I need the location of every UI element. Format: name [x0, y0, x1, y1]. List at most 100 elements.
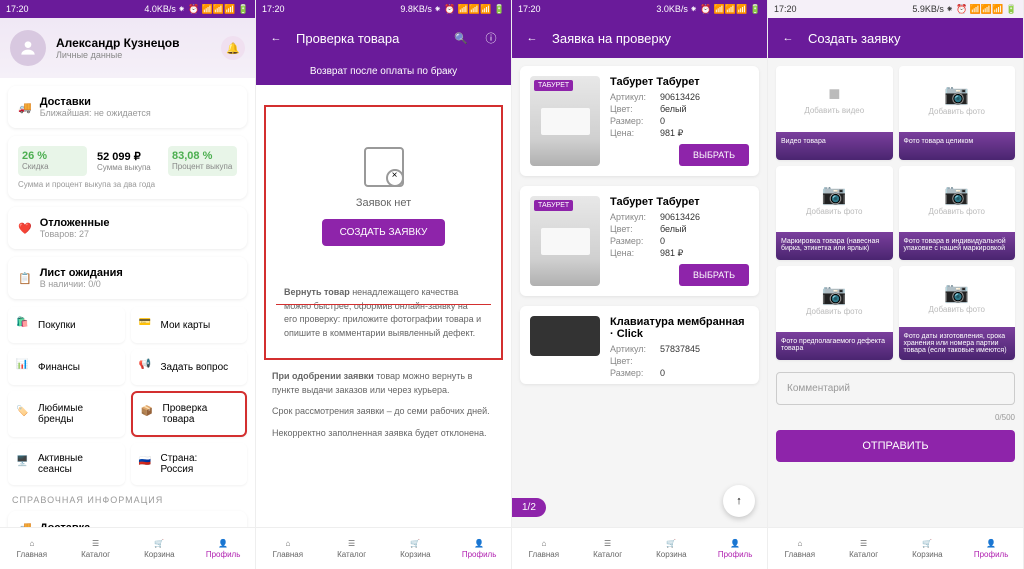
status-bar: 17:20 4.0KB/s ⁕ ⏰ 📶📶📶 🔋 [0, 0, 255, 18]
waitlist-card[interactable]: 📋 Лист ожиданияВ наличии: 0/0 [8, 257, 247, 299]
heart-icon: ❤️ [18, 222, 32, 235]
bottom-nav: ⌂Главная ☰Каталог 🛒Корзина 👤Профиль [256, 527, 511, 569]
nav-home[interactable]: ⌂Главная [256, 528, 320, 569]
screen-profile: 17:20 4.0KB/s ⁕ ⏰ 📶📶📶 🔋 Александр Кузнец… [0, 0, 256, 569]
menu-check-product[interactable]: 📦Проверка товара [131, 391, 248, 437]
profile-header[interactable]: Александр Кузнецов Личные данные 🔔 [0, 18, 255, 78]
nav-home[interactable]: ⌂Главная [0, 528, 64, 569]
info-text-1: Вернуть товар ненадлежащего качества мож… [276, 286, 491, 340]
create-request-button[interactable]: СОЗДАТЬ ЗАЯВКУ [322, 219, 446, 246]
back-button[interactable]: ← [266, 28, 286, 48]
box-icon: 📦 [141, 406, 157, 422]
menu-purchases[interactable]: 🛍️Покупки [8, 307, 125, 343]
info-text-2: При одобрении заявки товар можно вернуть… [264, 370, 503, 397]
nav-catalog[interactable]: ☰Каталог [832, 528, 896, 569]
tag-icon: 🏷️ [16, 406, 32, 422]
product-card: ТАБУРЕТ Табурет Табурет Артикул:90613426… [520, 66, 759, 176]
page-title: Создать заявку [808, 31, 1013, 46]
info-icon[interactable]: ⓘ [481, 28, 501, 48]
comment-input[interactable]: Комментарий [776, 372, 1015, 405]
nav-catalog[interactable]: ☰Каталог [576, 528, 640, 569]
screen-request: 17:203.0KB/s ⁕ ⏰ 📶📶📶 🔋 ← Заявка на прове… [512, 0, 768, 569]
status-bar: 17:205.9KB/s ⁕ ⏰ 📶📶📶 🔋 [768, 0, 1023, 18]
cart-icon: 🛒 [154, 539, 164, 548]
delivery-card[interactable]: 🚚 ДоставкиБлижайшая: не ожидается [8, 86, 247, 128]
info-text-4: Некорректно заполненная заявка будет отк… [264, 427, 503, 441]
nav-home[interactable]: ⌂Главная [768, 528, 832, 569]
nav-cart[interactable]: 🛒Корзина [384, 528, 448, 569]
bottom-nav: ⌂Главная ☰Каталог 🛒Корзина 👤Профиль [768, 527, 1023, 569]
avatar [10, 30, 46, 66]
info-text-3: Срок рассмотрения заявки – до семи рабоч… [264, 405, 503, 419]
monitor-icon: 🖥️ [16, 456, 32, 472]
scroll-top-button[interactable]: ↑ [723, 485, 755, 517]
chart-icon: 📊 [16, 359, 32, 375]
page-indicator: 1/2 [512, 498, 546, 517]
select-button[interactable]: ВЫБРАТЬ [679, 144, 749, 166]
submit-button[interactable]: ОТПРАВИТЬ [776, 430, 1015, 462]
bottom-nav: ⌂Главная ☰Каталог 🛒Корзина 👤Профиль [512, 527, 767, 569]
back-button[interactable]: ← [522, 28, 542, 48]
bottom-nav: ⌂Главная ☰Каталог 🛒Корзина 👤Профиль [0, 527, 255, 569]
screen-create: 17:205.9KB/s ⁕ ⏰ 📶📶📶 🔋 ← Создать заявку … [768, 0, 1024, 569]
select-button[interactable]: ВЫБРАТЬ [679, 264, 749, 286]
nav-profile[interactable]: 👤Профиль [703, 528, 767, 569]
comment-count: 0/500 [772, 413, 1015, 422]
header: ← Создать заявку [768, 18, 1023, 58]
card-icon: 💳 [139, 317, 155, 333]
upload-cell[interactable]: 📷Добавить фотоФото даты изготовления, ср… [899, 266, 1016, 360]
megaphone-icon: 📢 [139, 359, 155, 375]
menu-question[interactable]: 📢Задать вопрос [131, 349, 248, 385]
product-card: Клавиатура мембранная · Click Артикул:57… [520, 306, 759, 384]
profile-sub: Личные данные [56, 50, 211, 60]
product-image: ТАБУРЕТ [530, 76, 600, 166]
pending-card[interactable]: ❤️ ОтложенныеТоваров: 27 [8, 207, 247, 249]
header: ← Заявка на проверку [512, 18, 767, 58]
empty-icon [364, 147, 404, 187]
nav-profile[interactable]: 👤Профиль [959, 528, 1023, 569]
menu-country[interactable]: 🇷🇺Страна: Россия [131, 443, 248, 485]
menu-sessions[interactable]: 🖥️Активные сеансы [8, 443, 125, 485]
truck-icon: 🚚 [18, 101, 32, 114]
menu-cards[interactable]: 💳Мои карты [131, 307, 248, 343]
product-card: ТАБУРЕТ Табурет Табурет Артикул:90613426… [520, 186, 759, 296]
catalog-icon: ☰ [92, 539, 99, 548]
product-image: ТАБУРЕТ [530, 196, 600, 286]
bag-icon: 🛍️ [16, 317, 32, 333]
home-icon: ⌂ [29, 539, 34, 548]
notifications-button[interactable]: 🔔 [221, 36, 245, 60]
menu-brands[interactable]: 🏷️Любимые бренды [8, 391, 125, 437]
nav-profile[interactable]: 👤Профиль [447, 528, 511, 569]
flag-icon: 🇷🇺 [139, 456, 155, 472]
nav-cart[interactable]: 🛒Корзина [128, 528, 192, 569]
list-icon: 📋 [18, 272, 32, 285]
header: ← Проверка товара 🔍 ⓘ [256, 18, 511, 58]
upload-cell[interactable]: 📷Добавить фотоФото товара в индивидуальн… [899, 166, 1016, 260]
nav-cart[interactable]: 🛒Корзина [896, 528, 960, 569]
screen-check: 17:209.8KB/s ⁕ ⏰ 📶📶📶 🔋 ← Проверка товара… [256, 0, 512, 569]
section-title: СПРАВОЧНАЯ ИНФОРМАЦИЯ [8, 495, 247, 505]
stats-card[interactable]: 26 %Скидка 52 099 ₽Сумма выкупа 83,08 %П… [8, 136, 247, 199]
status-bar: 17:209.8KB/s ⁕ ⏰ 📶📶📶 🔋 [256, 0, 511, 18]
nav-home[interactable]: ⌂Главная [512, 528, 576, 569]
nav-catalog[interactable]: ☰Каталог [64, 528, 128, 569]
empty-state: Заявок нет СОЗДАТЬ ЗАЯВКУ [276, 117, 491, 286]
product-image [530, 316, 600, 356]
back-button[interactable]: ← [778, 28, 798, 48]
search-icon[interactable]: 🔍 [451, 28, 471, 48]
menu-finance[interactable]: 📊Финансы [8, 349, 125, 385]
nav-profile[interactable]: 👤Профиль [191, 528, 255, 569]
ref-delivery[interactable]: 🚚 Доставка [8, 511, 247, 527]
status-bar: 17:203.0KB/s ⁕ ⏰ 📶📶📶 🔋 [512, 0, 767, 18]
nav-cart[interactable]: 🛒Корзина [640, 528, 704, 569]
profile-icon: 👤 [218, 539, 228, 548]
tab-return[interactable]: Возврат после оплаты по браку [256, 58, 511, 87]
upload-cell[interactable]: 📷Добавить фотоМаркировка товара (навесна… [776, 166, 893, 260]
nav-catalog[interactable]: ☰Каталог [320, 528, 384, 569]
upload-cell[interactable]: 📷Добавить фотоФото предполагаемого дефек… [776, 266, 893, 360]
page-title: Заявка на проверку [552, 31, 757, 46]
upload-cell[interactable]: 📷Добавить фотоФото товара целиком [899, 66, 1016, 160]
page-title: Проверка товара [296, 31, 441, 46]
upload-cell[interactable]: ■Добавить видеоВидео товара [776, 66, 893, 160]
profile-name: Александр Кузнецов [56, 36, 211, 50]
